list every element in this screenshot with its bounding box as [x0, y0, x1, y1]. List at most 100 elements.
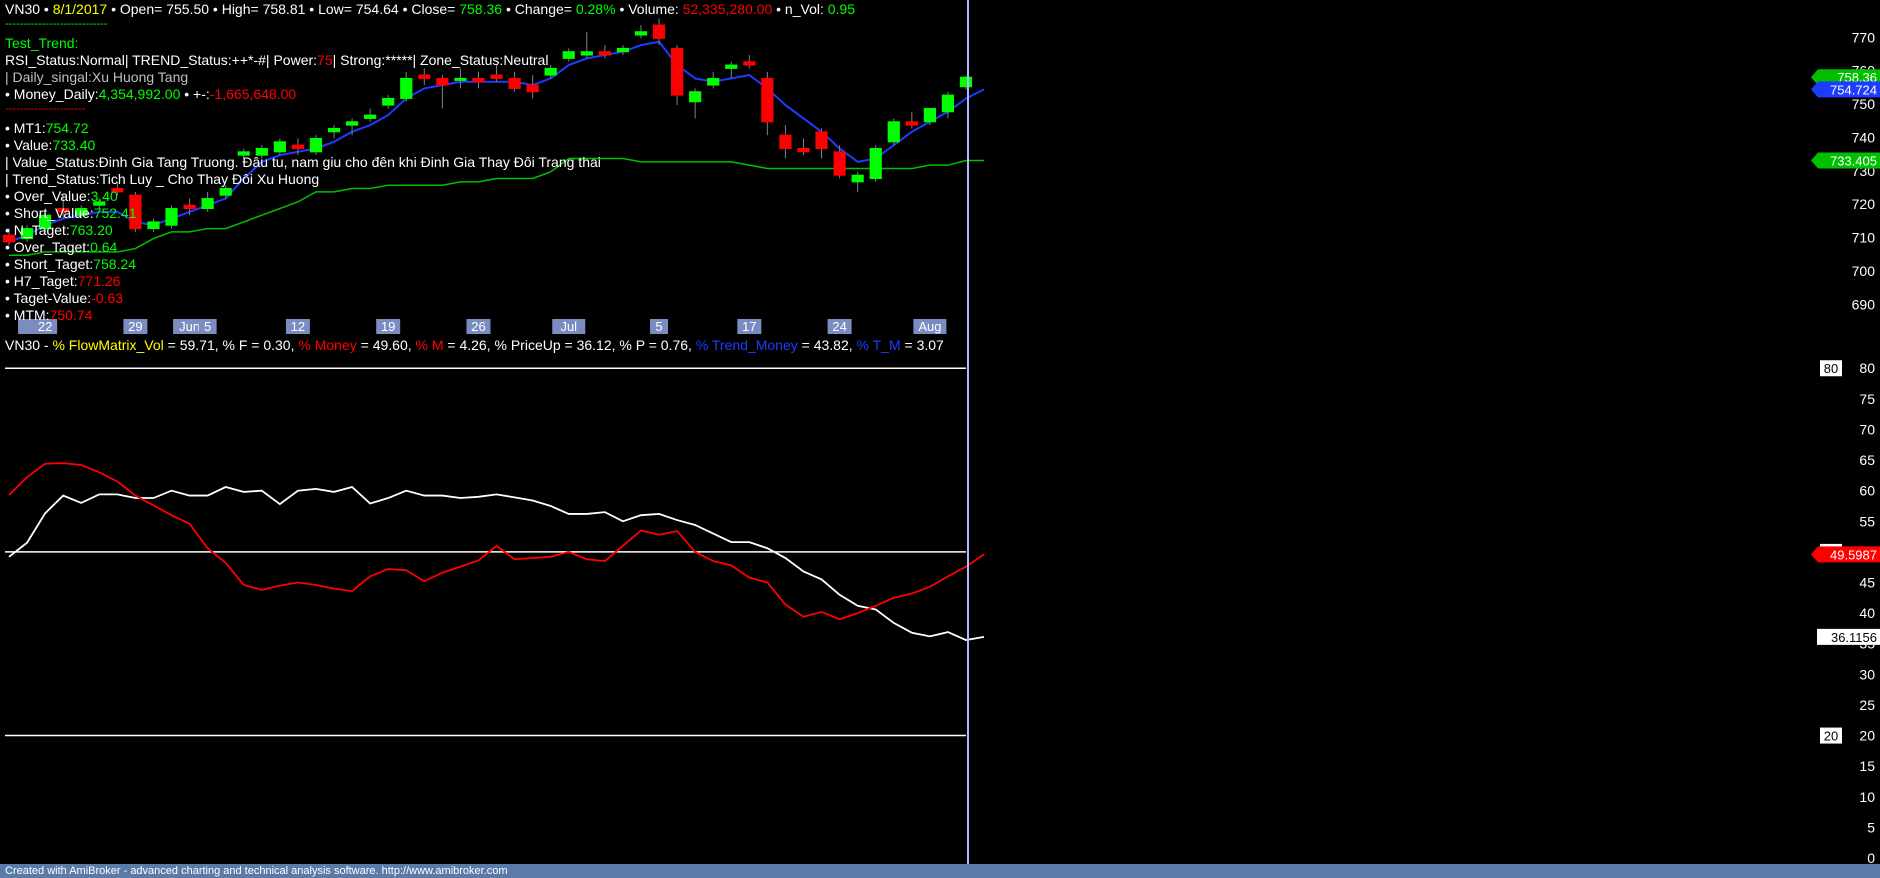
money-daily-value: 4,354,992.00: [98, 86, 181, 102]
date-axis-label: 29: [123, 319, 148, 334]
candle-body: [472, 77, 485, 83]
mtm-line: • MTM:750.74: [5, 307, 92, 324]
date-axis-label-text: 5: [655, 319, 662, 334]
n-taget-label: • N_Taget:: [5, 222, 70, 238]
candle: [454, 68, 467, 89]
price-y-tick: 700: [1852, 263, 1876, 279]
change-value: 0.28%: [575, 1, 616, 17]
indicator-level-box: 20: [1820, 727, 1842, 744]
candle-body: [959, 76, 973, 88]
power-value: 75: [317, 52, 333, 68]
mtm-label: • MTM:: [5, 307, 50, 323]
candle-body: [345, 121, 359, 126]
candle-body: [707, 77, 720, 86]
date-axis-label: 19: [376, 319, 401, 334]
mt1-value: 754.72: [45, 120, 89, 136]
short-taget-label: • Short_Taget:: [5, 256, 94, 272]
price-y-tick: 750: [1852, 96, 1876, 112]
indicator-level-box-text: 80: [1824, 361, 1838, 376]
candle: [201, 191, 214, 212]
date-axis-label-text: Jun: [179, 319, 200, 334]
candle: [797, 138, 810, 156]
date-axis-label: Aug: [913, 319, 947, 334]
date-axis-label: 5: [198, 319, 217, 334]
candle: [959, 75, 973, 90]
close-label: • Close=: [402, 1, 456, 17]
money-change-value: -1,665,648.00: [209, 86, 297, 102]
price-y-tick: 690: [1852, 296, 1876, 312]
over-taget-label: • Over_Taget:: [5, 239, 91, 255]
indicator-title-part: % T_M: [856, 337, 901, 353]
indicator-level-box-text: 20: [1824, 729, 1838, 744]
candle-body: [815, 131, 828, 149]
amibroker-chart: 690700710720730740750760770758.36754.724…: [2, 0, 1880, 866]
over-value-line: • Over_Value:3.40: [5, 188, 118, 205]
short-taget-value: 758.24: [93, 256, 137, 272]
indicator-y-tick: 45: [1859, 575, 1875, 591]
high-label: • High=: [212, 1, 259, 17]
candle: [436, 75, 449, 109]
indicator-y-tick: 20: [1859, 728, 1875, 744]
candle: [562, 48, 575, 62]
candle-body: [364, 114, 377, 119]
price-header: VN30 • 8/1/2017 • Open= 755.50 • High= 7…: [5, 1, 855, 18]
indicator-title-part: = 4.26, % PriceUp = 36.12, % P = 0.76,: [443, 337, 696, 353]
date-axis-label-text: 26: [471, 319, 485, 334]
candle: [851, 171, 864, 192]
indicator-title-part: = 3.07: [900, 337, 944, 353]
candle-body: [454, 77, 467, 81]
volume-label: • Volume:: [619, 1, 679, 17]
money-daily-label: • Money_Daily:: [5, 86, 99, 102]
candle-body: [580, 51, 593, 56]
over-taget-line: • Over_Taget:0.64: [5, 239, 117, 256]
candle-body: [219, 188, 232, 196]
candle-body: [851, 174, 864, 183]
price-y-tick: 740: [1852, 129, 1876, 145]
over-value-label: • Over_Value:: [5, 188, 91, 204]
candle: [580, 31, 593, 59]
indicator-right-label-text: 36.1156: [1831, 630, 1877, 645]
candle-body: [147, 221, 160, 230]
over-taget-value: 0.64: [90, 239, 118, 255]
price-y-tick: 720: [1852, 196, 1876, 212]
date-axis-label: 24: [827, 319, 852, 334]
candle: [616, 45, 630, 56]
mt1-label: • MT1:: [5, 120, 46, 136]
candle-body: [508, 77, 521, 89]
trend-status: | Trend_Status:Tich Luy _ Cho Thay Đôi X…: [5, 171, 320, 187]
candle: [364, 108, 377, 122]
close-value: 758.36: [459, 1, 503, 17]
candle-body: [165, 208, 178, 226]
mtm-value: 750.74: [49, 307, 93, 323]
date-axis-label: 5: [650, 319, 669, 334]
priceup-series: [8, 486, 985, 641]
price-right-label: 754.724: [1811, 81, 1880, 98]
candle: [400, 71, 413, 102]
short-taget-line: • Short_Taget:758.24: [5, 256, 136, 273]
candle-body: [634, 31, 648, 36]
candle-body: [490, 74, 503, 79]
mt1-line: • MT1:754.72: [5, 120, 89, 137]
taget-value-label: • Taget-Value:: [5, 290, 92, 306]
low-value: 754.64: [355, 1, 399, 17]
date-axis-label-text: 24: [832, 319, 846, 334]
value-status: | Value_Status:Đinh Gia Tang Truong. Đâu…: [5, 154, 601, 170]
candle: [526, 75, 539, 99]
candle: [273, 138, 286, 156]
candle-body: [743, 61, 756, 66]
short-value-value: 752.41: [93, 205, 137, 221]
candle-body: [183, 204, 196, 210]
price-right-label-text: 733.405: [1830, 153, 1877, 168]
indicator-y-tick: 10: [1859, 789, 1875, 805]
indicator-y-tick: 25: [1859, 697, 1875, 713]
candle-body: [689, 91, 702, 103]
indicator-y-tick: 65: [1859, 452, 1875, 468]
h7-taget-value: 771.26: [77, 273, 121, 289]
high-value: 758.81: [262, 1, 306, 17]
candle-body: [436, 77, 449, 86]
rsi-trend-status: RSI_Status:Normal| TREND_Status:++*-#| P…: [5, 52, 318, 68]
indicator-title-part: = 59.71, % F = 0.30,: [163, 337, 299, 353]
taget-value-line: • Taget-Value:-0.63: [5, 290, 123, 307]
volume-value: 52,335,280.00: [682, 1, 773, 17]
candle: [887, 118, 900, 146]
